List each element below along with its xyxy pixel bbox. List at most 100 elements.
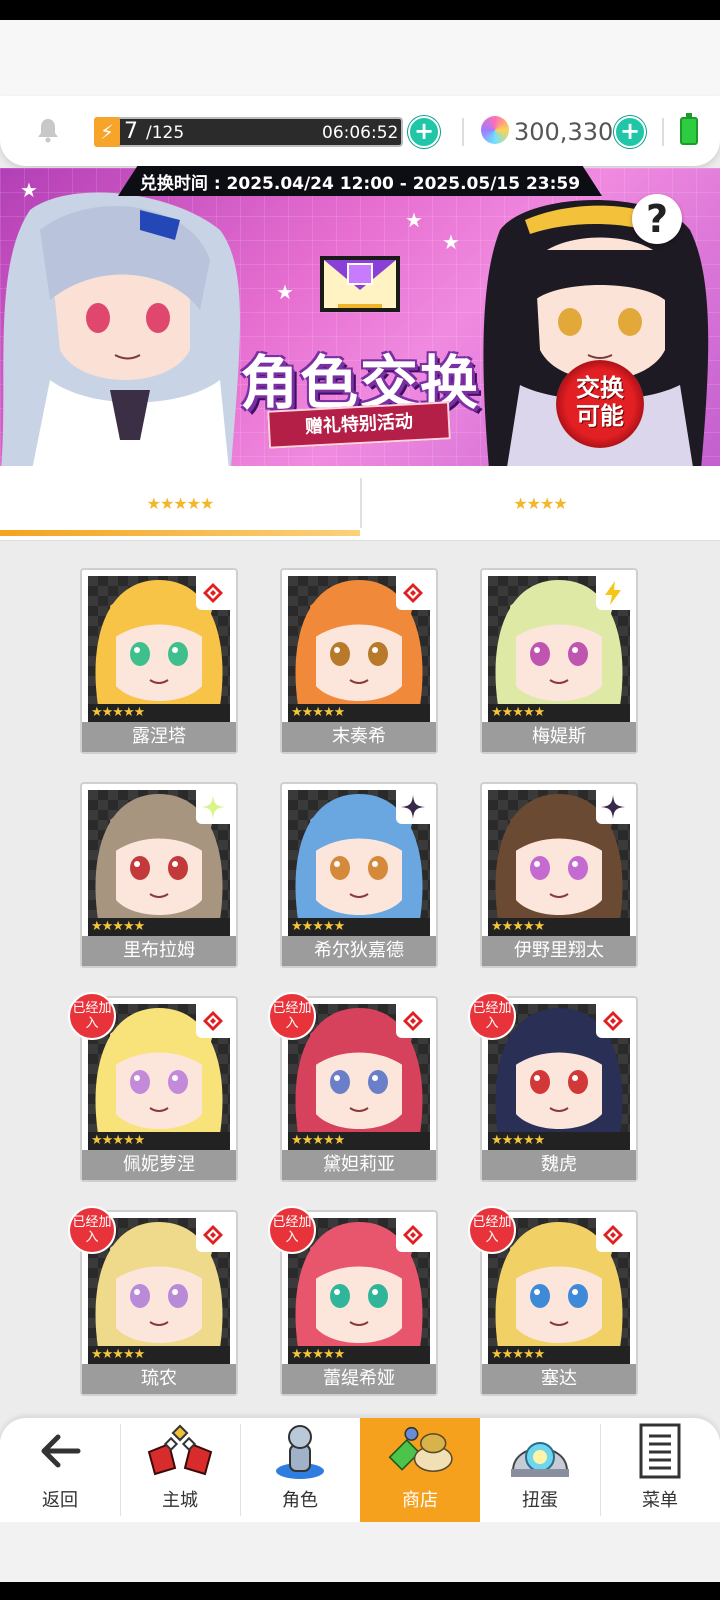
- five-star-label: ★★★★★: [146, 493, 215, 513]
- character-name: 琉农: [82, 1364, 236, 1394]
- diamond-icon: [396, 1218, 430, 1252]
- tab-four-star[interactable]: ★★★★: [360, 466, 720, 540]
- nav-menu[interactable]: 菜单: [600, 1418, 720, 1522]
- stamina-timer: 06:06:52: [322, 123, 399, 143]
- help-button[interactable]: ?: [632, 194, 682, 244]
- battery-icon: [680, 113, 698, 145]
- nav-back[interactable]: 返回: [0, 1418, 120, 1522]
- character-card[interactable]: ★★★★★ 露涅塔: [80, 568, 238, 754]
- joined-badge: 已经加入: [468, 1206, 516, 1254]
- character-name: 末奏希: [282, 722, 436, 752]
- lightning-icon: [596, 576, 630, 610]
- envelope-icon: [320, 256, 400, 312]
- dark-star-icon: [396, 790, 430, 824]
- system-nav-area: [0, 1522, 720, 1582]
- joined-badge: 已经加入: [268, 1206, 316, 1254]
- gem-icon: [481, 116, 509, 144]
- character-icon: [265, 1420, 335, 1482]
- system-status-bar: [0, 0, 720, 20]
- diamond-icon: [396, 1004, 430, 1038]
- banner-character-left: [0, 192, 240, 480]
- star-decoration: ★: [405, 208, 423, 232]
- gem-count: 300,330: [514, 118, 614, 146]
- character-card[interactable]: ★★★★★ 末奏希: [280, 568, 438, 754]
- nav-character[interactable]: 角色: [240, 1418, 360, 1522]
- character-card[interactable]: ★★★★★ 黛妲莉亚 已经加入: [268, 992, 438, 1182]
- character-card[interactable]: ★★★★★ 琉农 已经加入: [68, 1206, 238, 1396]
- diamond-icon: [196, 1004, 230, 1038]
- back-arrow-icon: [25, 1420, 95, 1482]
- hud-divider: [662, 118, 664, 146]
- card-star-rating: ★★★★★: [488, 704, 630, 722]
- diamond-icon: [596, 1218, 630, 1252]
- character-card[interactable]: ★★★★★ 佩妮萝涅 已经加入: [68, 992, 238, 1182]
- dark-star-icon: [596, 790, 630, 824]
- character-name: 露涅塔: [82, 722, 236, 752]
- joined-badge: 已经加入: [68, 1206, 116, 1254]
- card-star-rating: ★★★★★: [488, 1132, 630, 1150]
- character-card[interactable]: ★★★★★ 塞达 已经加入: [468, 1206, 638, 1396]
- character-card[interactable]: ★★★★★ 希尔狄嘉德: [280, 782, 438, 968]
- stamina-current: 7: [124, 119, 138, 144]
- character-card[interactable]: ★★★★★ 里布拉姆: [80, 782, 238, 968]
- card-star-rating: ★★★★★: [288, 704, 430, 722]
- card-star-rating: ★★★★★: [88, 918, 230, 936]
- diamond-icon: [196, 576, 230, 610]
- add-gems-button[interactable]: +: [614, 116, 646, 148]
- card-star-rating: ★★★★★: [288, 918, 430, 936]
- nav-gacha-label: 扭蛋: [522, 1490, 558, 1511]
- nav-gacha[interactable]: 扭蛋: [480, 1418, 600, 1522]
- character-card[interactable]: ★★★★★ 伊野里翔太: [480, 782, 638, 968]
- bell-icon[interactable]: [34, 116, 62, 144]
- character-name: 魏虎: [482, 1150, 636, 1180]
- hud-divider: [462, 118, 464, 146]
- lightning-icon: ⚡: [94, 117, 120, 147]
- tab-five-star[interactable]: ★★★★★: [0, 466, 360, 540]
- nav-shop[interactable]: 商店: [360, 1418, 480, 1522]
- system-bottom-bar: [0, 1582, 720, 1600]
- character-card[interactable]: ★★★★★ 魏虎 已经加入: [468, 992, 638, 1182]
- shop-icon: [385, 1420, 455, 1482]
- badge-text: 交换可能: [576, 374, 624, 430]
- star-decoration: ★: [442, 230, 460, 254]
- character-card[interactable]: ★★★★★ 梅媞斯: [480, 568, 638, 754]
- diamond-icon: [396, 576, 430, 610]
- nav-castle[interactable]: 主城: [120, 1418, 240, 1522]
- character-card[interactable]: ★★★★★ 蕾缇希娅 已经加入: [268, 1206, 438, 1396]
- character-name: 黛妲莉亚: [282, 1150, 436, 1180]
- character-name: 伊野里翔太: [482, 936, 636, 966]
- gacha-icon: [505, 1420, 575, 1482]
- card-star-rating: ★★★★★: [288, 1132, 430, 1150]
- character-name: 佩妮萝涅: [82, 1150, 236, 1180]
- add-stamina-button[interactable]: +: [408, 116, 440, 148]
- nav-shop-label: 商店: [402, 1490, 438, 1511]
- menu-icon: [625, 1420, 695, 1482]
- star-decoration: ★: [276, 280, 294, 304]
- diamond-icon: [196, 1218, 230, 1252]
- joined-badge: 已经加入: [68, 992, 116, 1040]
- card-star-rating: ★★★★★: [88, 1346, 230, 1364]
- card-star-rating: ★★★★★: [88, 1132, 230, 1150]
- card-star-rating: ★★★★★: [288, 1346, 430, 1364]
- card-star-rating: ★★★★★: [488, 1346, 630, 1364]
- character-name: 塞达: [482, 1364, 636, 1394]
- character-name: 里布拉姆: [82, 936, 236, 966]
- nav-menu-label: 菜单: [642, 1490, 678, 1511]
- character-name: 梅媞斯: [482, 722, 636, 752]
- card-star-rating: ★★★★★: [88, 704, 230, 722]
- exchange-period: 兑换时间 : 2025.04/24 12:00 - 2025.05/15 23:…: [118, 166, 602, 196]
- nav-castle-label: 主城: [162, 1490, 198, 1511]
- card-star-rating: ★★★★★: [488, 918, 630, 936]
- joined-badge: 已经加入: [268, 992, 316, 1040]
- tab-divider: [360, 478, 362, 528]
- joined-badge: 已经加入: [468, 992, 516, 1040]
- stamina-max: /125: [146, 123, 185, 143]
- castle-icon: [145, 1420, 215, 1482]
- sparkle-icon: [196, 790, 230, 824]
- four-star-label: ★★★★: [513, 493, 567, 513]
- exchange-available-badge: 交换可能: [556, 360, 644, 448]
- active-tab-indicator: [0, 530, 360, 536]
- nav-character-label: 角色: [282, 1490, 318, 1511]
- diamond-icon: [596, 1004, 630, 1038]
- nav-back-label: 返回: [42, 1490, 78, 1511]
